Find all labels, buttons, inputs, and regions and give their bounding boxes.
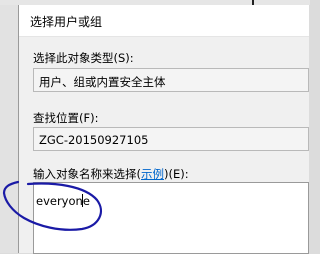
dialog-titlebar: 选择用户或组: [19, 5, 309, 37]
location-label: 查找位置(F):: [33, 111, 99, 125]
location-value: ZGC-20150927105: [39, 133, 149, 147]
object-names-label-suffix: )(E):: [164, 167, 189, 181]
object-type-field: 用户、组或内置安全主体: [33, 68, 309, 92]
examples-link[interactable]: 示例: [141, 167, 164, 181]
dialog-title: 选择用户或组: [30, 15, 103, 29]
object-type-label: 选择此对象类型(S):: [33, 51, 134, 65]
object-names-label-prefix: 输入对象名称来选择(: [33, 167, 141, 181]
text-caret: [82, 194, 83, 207]
location-field: ZGC-20150927105: [33, 127, 309, 151]
object-names-label: 输入对象名称来选择(示例)(E):: [33, 166, 189, 182]
background-window-strip: [0, 0, 18, 253]
object-type-value: 用户、组或内置安全主体: [39, 75, 166, 89]
object-names-input[interactable]: everyone: [33, 182, 309, 254]
select-users-or-groups-dialog: 选择用户或组 选择此对象类型(S): 用户、组或内置安全主体 查找位置(F): …: [18, 5, 309, 254]
